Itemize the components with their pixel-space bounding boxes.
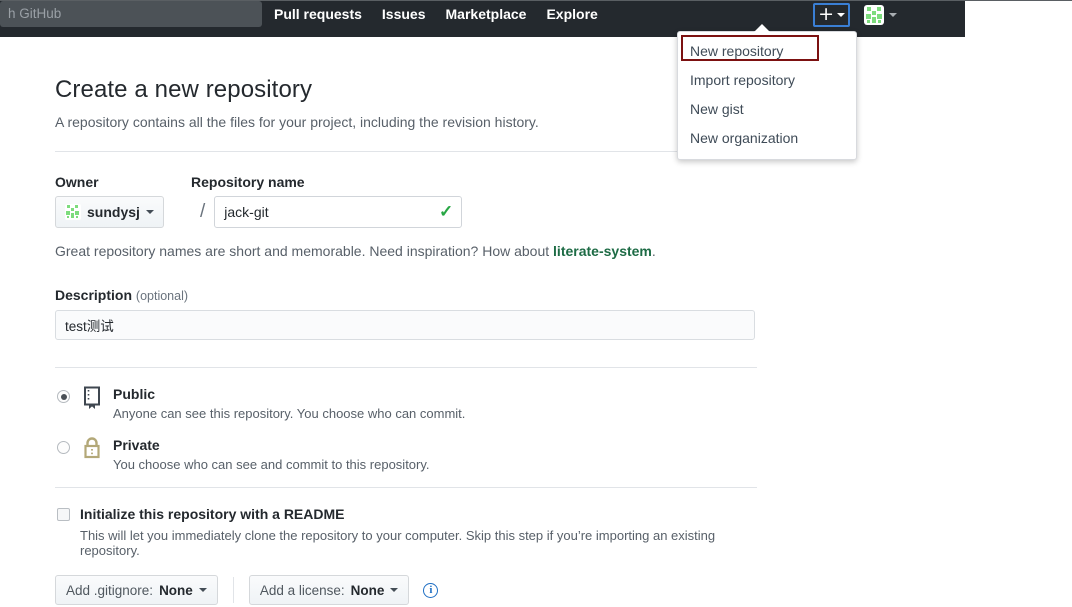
owner-repo-row: sundysj / jack-git ✓: [55, 190, 765, 228]
radio-public[interactable]: [57, 390, 70, 403]
create-new-button[interactable]: +: [813, 3, 850, 27]
checkbox-initialize-readme[interactable]: [57, 508, 70, 521]
description-optional-text: (optional): [135, 289, 189, 303]
divider: [55, 151, 757, 152]
visibility-private-text: Private You choose who can see and commi…: [113, 436, 765, 472]
menu-item-new-gist[interactable]: New gist: [678, 95, 856, 124]
visibility-private-description: You choose who can see and commit to thi…: [113, 457, 430, 472]
suggested-name-link[interactable]: literate-system: [553, 243, 652, 259]
header-nav: Pull requests Issues Marketplace Explore: [274, 4, 598, 24]
menu-item-new-organization[interactable]: New organization: [678, 124, 856, 153]
gitignore-label: Add .gitignore:: [66, 582, 154, 598]
nav-item-marketplace[interactable]: Marketplace: [446, 4, 527, 24]
license-select-button[interactable]: Add a license: None: [248, 575, 410, 605]
description-label-text: Description: [55, 287, 133, 303]
owner-identicon-avatar: [65, 204, 81, 220]
visibility-private-title: Private: [113, 437, 160, 453]
visibility-option-private[interactable]: Private You choose who can see and commi…: [55, 436, 765, 472]
visibility-options: Public Anyone can see this repository. Y…: [55, 385, 765, 472]
divider: [232, 577, 234, 603]
repository-name-label: Repository name: [191, 174, 305, 190]
checkmark-icon: ✓: [439, 202, 454, 221]
description-input[interactable]: test测试: [55, 310, 755, 340]
chevron-down-icon: [198, 588, 207, 592]
chevron-down-icon: [390, 588, 399, 592]
user-identicon-avatar: [864, 5, 884, 25]
divider: [55, 487, 757, 488]
chevron-down-icon: [837, 12, 845, 17]
divider: [55, 367, 757, 368]
menu-item-import-repository[interactable]: Import repository: [678, 66, 856, 95]
search-input[interactable]: h GitHub: [0, 1, 262, 27]
nav-item-pull-requests[interactable]: Pull requests: [274, 4, 362, 24]
owner-select-button[interactable]: sundysj: [55, 196, 164, 228]
repository-name-input[interactable]: jack-git ✓: [214, 196, 463, 228]
visibility-public-title: Public: [113, 386, 156, 402]
description-label: Description (optional): [55, 287, 765, 303]
path-separator-slash: /: [200, 201, 206, 222]
repository-name-value: jack-git: [224, 204, 269, 220]
info-icon[interactable]: i: [423, 582, 439, 598]
template-options-row: Add .gitignore: None Add a license: None…: [55, 575, 765, 605]
owner-repo-labels: Owner Repository name: [55, 174, 765, 190]
lock-icon: [81, 436, 113, 464]
repository-name-field: jack-git ✓: [214, 190, 765, 228]
menu-item-new-repository[interactable]: New repository: [678, 37, 856, 66]
create-repository-form: Create a new repository A repository con…: [55, 37, 765, 605]
page-title: Create a new repository: [55, 76, 313, 103]
repository-name-hint: Great repository names are short and mem…: [55, 243, 765, 259]
repo-book-icon: [81, 385, 113, 413]
nav-item-issues[interactable]: Issues: [382, 4, 426, 24]
owner-name: sundysj: [87, 204, 140, 220]
nav-item-explore[interactable]: Explore: [546, 4, 597, 24]
header-actions: +: [813, 1, 897, 29]
gitignore-value: None: [159, 582, 193, 598]
initialize-readme-description: This will let you immediately clone the …: [80, 528, 716, 558]
hint-suffix-text: .: [651, 243, 656, 259]
create-new-dropdown-menu: New repository Import repository New gis…: [677, 24, 857, 160]
page-subtitle: A repository contains all the files for …: [55, 114, 539, 130]
initialize-readme-text: Initialize this repository with a README…: [80, 505, 765, 558]
visibility-public-description: Anyone can see this repository. You choo…: [113, 406, 466, 421]
hint-prefix-text: Great repository names are short and mem…: [55, 243, 554, 259]
initialize-readme-label: Initialize this repository with a README: [80, 506, 345, 522]
license-label: Add a license:: [259, 582, 345, 598]
chevron-down-icon: [889, 13, 897, 17]
visibility-public-text: Public Anyone can see this repository. Y…: [113, 385, 765, 421]
owner-field: sundysj: [55, 190, 191, 228]
description-value: test测试: [65, 319, 114, 334]
plus-icon: +: [818, 3, 834, 25]
owner-label: Owner: [55, 174, 99, 190]
gitignore-select-button[interactable]: Add .gitignore: None: [55, 575, 218, 605]
visibility-option-public[interactable]: Public Anyone can see this repository. Y…: [55, 385, 765, 421]
license-value: None: [350, 582, 385, 598]
initialize-readme-row[interactable]: Initialize this repository with a README…: [55, 505, 765, 558]
chevron-down-icon: [145, 210, 154, 214]
profile-menu-button[interactable]: [864, 5, 897, 25]
radio-private[interactable]: [57, 441, 70, 454]
